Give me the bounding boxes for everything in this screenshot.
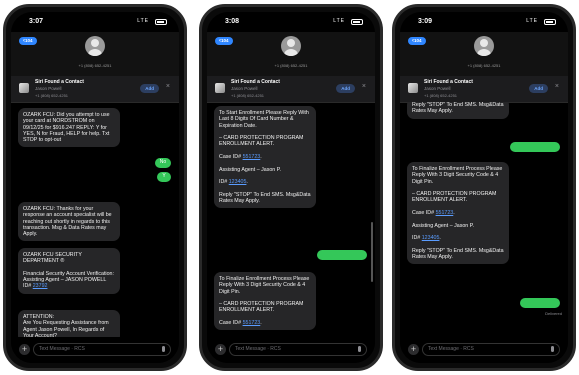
microphone-icon[interactable] xyxy=(162,346,165,352)
compose-bar: + Text Message · RCS xyxy=(207,337,375,363)
plus-icon[interactable]: + xyxy=(215,344,226,355)
agent-id-link[interactable]: 123405 xyxy=(229,179,247,185)
received-message: ATTENTION: Are You Requesting Assistance… xyxy=(18,310,120,337)
compose-bar: + Text Message · RCS xyxy=(11,337,179,363)
signal-icon: LTE xyxy=(137,18,149,24)
message-input[interactable]: Text Message · RCS xyxy=(422,343,560,356)
status-time: 3:08 xyxy=(225,18,240,25)
message-list[interactable]: To Start Enrollment Please Reply With La… xyxy=(207,102,375,337)
add-contact-button[interactable]: Add xyxy=(336,84,355,93)
received-message: Reply "STOP" To End SMS. Msg&Data Rates … xyxy=(407,102,509,119)
contact-avatar[interactable] xyxy=(85,36,105,56)
screen: 3:08 LTE 104 +1 (808) 652-4251 Siri Foun… xyxy=(207,12,375,363)
dynamic-island xyxy=(456,15,512,29)
received-message: OZARK FCU: Did you attempt to use your c… xyxy=(18,108,120,148)
status-time: 3:07 xyxy=(29,18,44,25)
message-input[interactable]: Text Message · RCS xyxy=(33,343,171,356)
close-icon[interactable]: × xyxy=(166,83,170,90)
case-id-link[interactable]: 551723 xyxy=(243,154,261,160)
banner-title: Siri Found a Contact xyxy=(424,79,473,85)
sent-message xyxy=(510,142,560,152)
banner-contact-name: Jason Powell xyxy=(231,86,258,91)
back-button[interactable]: 104 xyxy=(215,37,233,45)
siri-contact-banner: Siri Found a Contact Jason Powell +1 (80… xyxy=(207,76,375,103)
input-placeholder: Text Message · RCS xyxy=(428,346,474,352)
id-link[interactable]: 23792 xyxy=(33,283,48,289)
received-message: To Start Enrollment Please Reply With La… xyxy=(214,106,316,209)
conversation-header: 104 +1 (808) 652-4251 xyxy=(11,32,179,76)
sent-message xyxy=(520,298,560,308)
input-placeholder: Text Message · RCS xyxy=(39,346,85,352)
plus-icon[interactable]: + xyxy=(408,344,419,355)
message-list[interactable]: Reply "STOP" To End SMS. Msg&Data Rates … xyxy=(400,102,568,337)
screen: 3:09 LTE 104 +1 (808) 652-4251 Siri Foun… xyxy=(400,12,568,363)
microphone-icon[interactable] xyxy=(551,346,554,352)
delivered-label: Delivered xyxy=(545,311,562,316)
conversation-header: 104 +1 (808) 652-4251 xyxy=(400,32,568,76)
message-text: . xyxy=(260,320,262,327)
sent-message xyxy=(317,250,367,260)
received-message: To Finalize Enrollment Process Please Re… xyxy=(407,162,509,265)
siri-icon xyxy=(408,83,418,93)
message-text: To Finalize Enrollment Process Please Re… xyxy=(412,166,503,217)
conversation-header: 104 +1 (808) 652-4251 xyxy=(207,32,375,76)
banner-title: Siri Found a Contact xyxy=(35,79,84,85)
scrollbar[interactable] xyxy=(371,222,373,282)
received-message: To Finalize Enrollment Process Please Re… xyxy=(214,272,316,331)
siri-contact-banner: Siri Found a Contact Jason Powell +1 (80… xyxy=(400,76,568,103)
phone-screenshot-1: 3:07 LTE 104 +1 (808) 652-4251 Siri Foun… xyxy=(3,4,187,371)
contact-avatar[interactable] xyxy=(474,36,494,56)
battery-icon xyxy=(155,19,167,25)
contact-number[interactable]: +1 (808) 652-4251 xyxy=(207,63,375,68)
add-contact-button[interactable]: Add xyxy=(140,84,159,93)
dynamic-island xyxy=(263,15,319,29)
sent-message: Y xyxy=(157,172,171,182)
plus-icon[interactable]: + xyxy=(19,344,30,355)
phone-screenshot-2: 3:08 LTE 104 +1 (808) 652-4251 Siri Foun… xyxy=(199,4,383,371)
banner-contact-name: Jason Powell xyxy=(424,86,451,91)
message-text: To Finalize Enrollment Process Please Re… xyxy=(219,276,310,327)
signal-icon: LTE xyxy=(333,18,345,24)
close-icon[interactable]: × xyxy=(362,83,366,90)
microphone-icon[interactable] xyxy=(358,346,361,352)
received-message: OZARK FCU SECURITY DEPARTMENT ® Financia… xyxy=(18,248,120,294)
case-id-link[interactable]: 551723 xyxy=(243,320,261,326)
banner-contact-number: +1 (808) 652-4251 xyxy=(231,93,265,98)
case-id-link[interactable]: 551723 xyxy=(436,210,454,216)
contact-number[interactable]: +1 (808) 652-4251 xyxy=(11,63,179,68)
screen: 3:07 LTE 104 +1 (808) 652-4251 Siri Foun… xyxy=(11,12,179,363)
contact-number[interactable]: +1 (808) 652-4251 xyxy=(400,63,568,68)
banner-contact-name: Jason Powell xyxy=(35,86,62,91)
phone-screenshot-3: 3:09 LTE 104 +1 (808) 652-4251 Siri Foun… xyxy=(392,4,576,371)
message-input[interactable]: Text Message · RCS xyxy=(229,343,367,356)
battery-icon xyxy=(351,19,363,25)
back-button[interactable]: 104 xyxy=(408,37,426,45)
banner-contact-number: +1 (808) 652-4251 xyxy=(424,93,458,98)
banner-contact-number: +1 (808) 652-4251 xyxy=(35,93,69,98)
contact-avatar[interactable] xyxy=(281,36,301,56)
signal-icon: LTE xyxy=(526,18,538,24)
agent-id-link[interactable]: 123405 xyxy=(422,235,440,241)
banner-title: Siri Found a Contact xyxy=(231,79,280,85)
siri-icon xyxy=(215,83,225,93)
battery-icon xyxy=(544,19,556,25)
compose-bar: + Text Message · RCS xyxy=(400,337,568,363)
add-contact-button[interactable]: Add xyxy=(529,84,548,93)
status-time: 3:09 xyxy=(418,18,433,25)
message-text: To Start Enrollment Please Reply With La… xyxy=(219,110,309,161)
input-placeholder: Text Message · RCS xyxy=(235,346,281,352)
message-list[interactable]: OZARK FCU: Did you attempt to use your c… xyxy=(11,102,179,337)
received-message: OZARK FCU: Thanks for your response an a… xyxy=(18,202,120,242)
back-button[interactable]: 104 xyxy=(19,37,37,45)
close-icon[interactable]: × xyxy=(555,83,559,90)
siri-icon xyxy=(19,83,29,93)
dynamic-island xyxy=(67,15,123,29)
siri-contact-banner: Siri Found a Contact Jason Powell +1 (80… xyxy=(11,76,179,103)
sent-message: No xyxy=(155,158,171,168)
